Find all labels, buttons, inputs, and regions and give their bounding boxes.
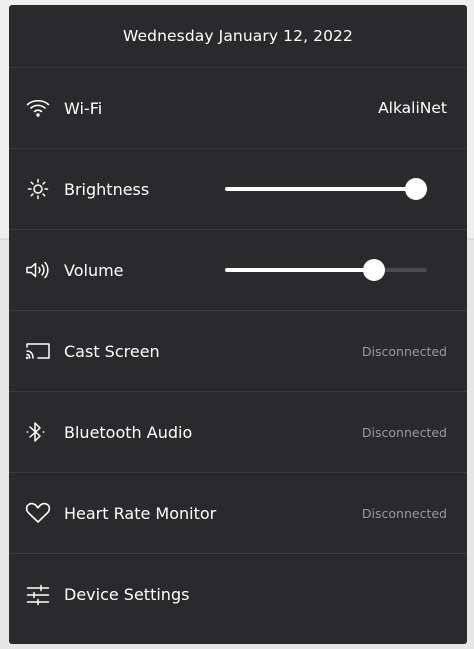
cast-icon: [25, 338, 51, 364]
device-settings-row[interactable]: Device Settings: [9, 554, 467, 635]
brightness-icon: [25, 176, 51, 202]
wifi-row[interactable]: Wi-Fi AlkaliNet: [9, 68, 467, 149]
volume-icon: [25, 257, 51, 283]
cast-screen-row[interactable]: Cast Screen Disconnected: [9, 311, 467, 392]
cast-screen-status: Disconnected: [361, 343, 447, 359]
brightness-label: Brightness: [64, 179, 150, 199]
date-text: Wednesday January 12, 2022: [123, 27, 353, 45]
volume-label: Volume: [64, 260, 124, 280]
device-settings-label: Device Settings: [64, 585, 190, 604]
cast-screen-label: Cast Screen: [64, 341, 160, 361]
brightness-slider-thumb[interactable]: [405, 178, 427, 200]
brightness-slider-fill: [225, 187, 416, 191]
quick-settings-panel: Wednesday January 12, 2022 Wi-Fi AlkaliN…: [9, 5, 467, 644]
sliders-icon: [25, 582, 51, 608]
bluetooth-audio-label: Bluetooth Audio: [64, 422, 193, 442]
volume-slider-thumb[interactable]: [363, 259, 386, 281]
brightness-row: Brightness: [9, 149, 467, 230]
volume-row: Volume: [9, 230, 467, 311]
bluetooth-audio-status: Disconnected: [361, 424, 447, 440]
heart-rate-monitor-status: Disconnected: [361, 505, 447, 521]
volume-slider-fill: [225, 268, 375, 272]
bluetooth-icon: [25, 419, 51, 445]
wifi-label: Wi-Fi: [64, 98, 103, 118]
bluetooth-audio-row[interactable]: Bluetooth Audio Disconnected: [9, 392, 467, 473]
heart-rate-monitor-label: Heart Rate Monitor: [64, 503, 217, 523]
date-header: Wednesday January 12, 2022: [9, 5, 467, 68]
heart-icon: [25, 500, 51, 526]
volume-slider[interactable]: [225, 258, 427, 282]
brightness-slider[interactable]: [225, 177, 427, 201]
wifi-icon: [25, 95, 51, 121]
heart-rate-monitor-row[interactable]: Heart Rate Monitor Disconnected: [9, 473, 467, 554]
wifi-network-name: AlkaliNet: [378, 99, 447, 117]
